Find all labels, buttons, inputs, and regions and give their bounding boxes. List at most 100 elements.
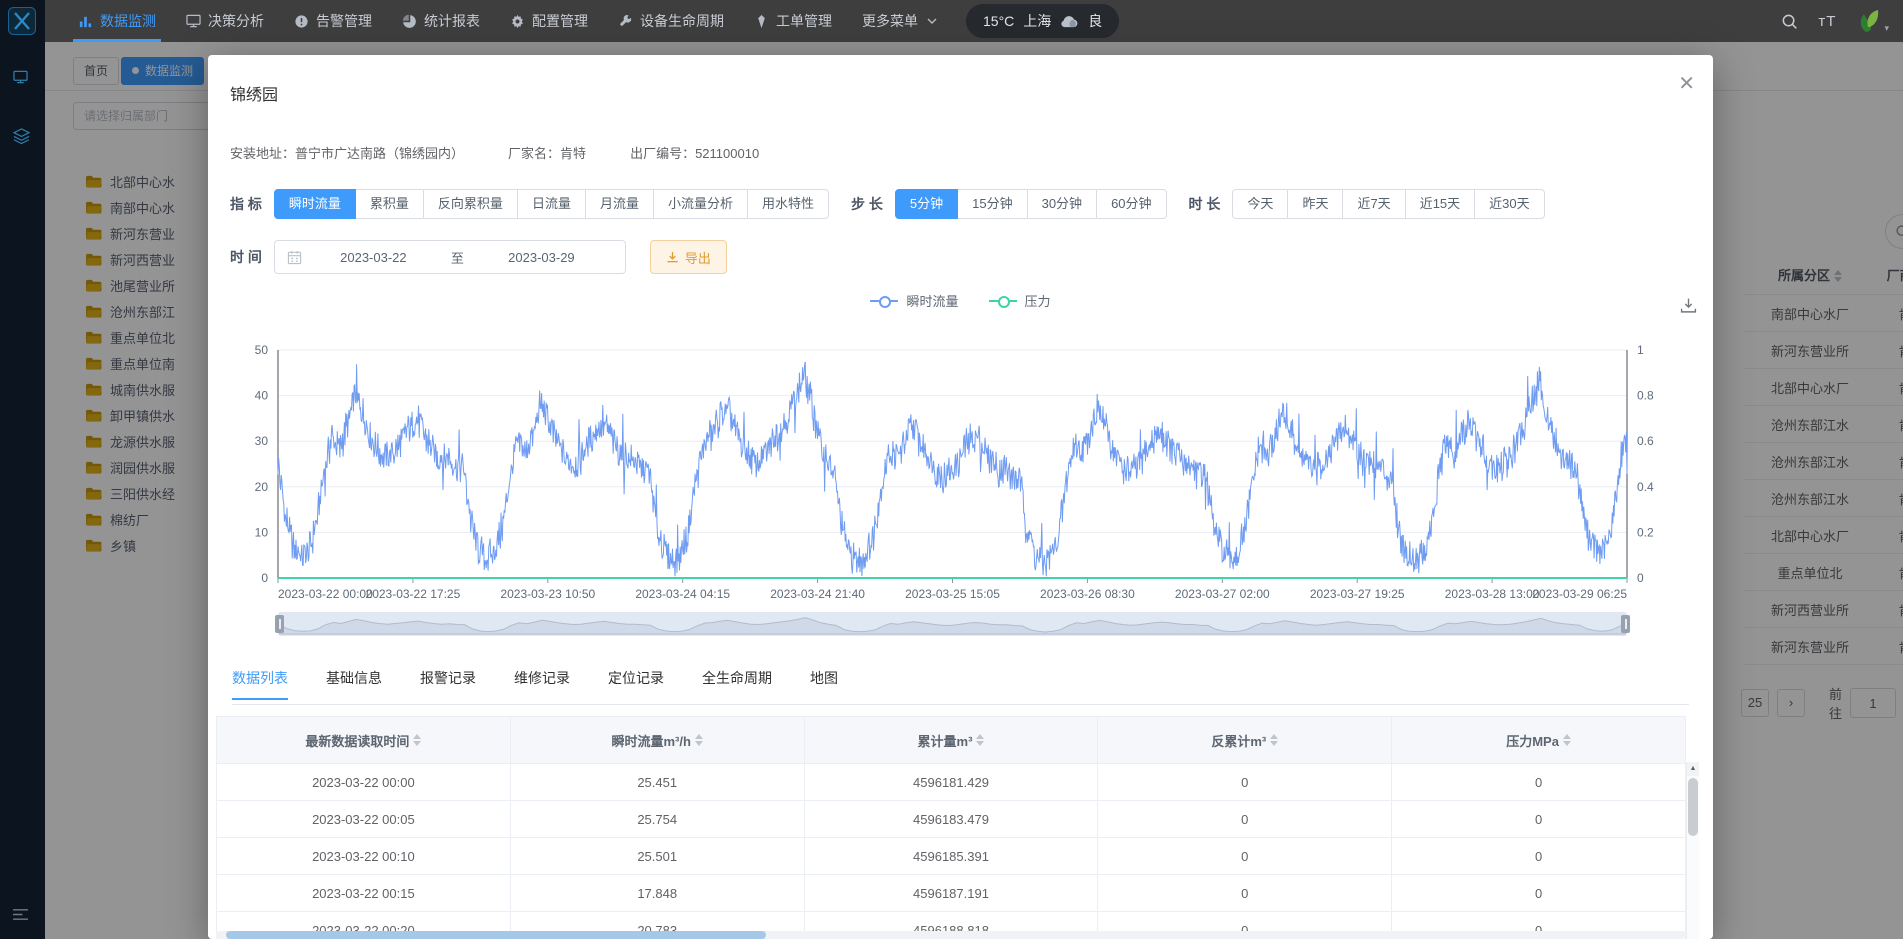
datazoom-left-handle[interactable] bbox=[275, 615, 284, 633]
sort-caret-icon bbox=[976, 734, 985, 746]
nav-item-4[interactable]: 统计报表 bbox=[387, 0, 495, 42]
svg-text:0: 0 bbox=[1637, 571, 1644, 585]
device-detail-modal: 锦绣园 ✕ 安装地址：普宁市广达南路（锦绣园内） 厂家名：肯特 出厂编号：521… bbox=[208, 55, 1713, 939]
gear-icon bbox=[510, 14, 525, 29]
nav-item-8[interactable]: 更多菜单 bbox=[847, 0, 952, 42]
indicator-button[interactable]: 日流量 bbox=[516, 189, 586, 219]
table-cell: 0 bbox=[1534, 774, 1543, 790]
time-label: 时 间 bbox=[230, 249, 262, 265]
detail-tab-3[interactable]: 报警记录 bbox=[420, 668, 476, 700]
app-logo-icon[interactable] bbox=[8, 7, 36, 35]
nav-item-1[interactable]: 数据监测 bbox=[63, 0, 171, 42]
date-start[interactable]: 2023-03-22 bbox=[302, 250, 445, 265]
weather-city: 上海 bbox=[1023, 13, 1052, 29]
topbar-actions: тT ▾ bbox=[1781, 8, 1903, 34]
brand-leaf-logo[interactable]: ▾ bbox=[1856, 8, 1889, 34]
detail-tab-5[interactable]: 定位记录 bbox=[608, 668, 664, 700]
table-cell: 25.501 bbox=[511, 838, 805, 874]
table-cell: 2023-03-22 00:05 bbox=[217, 801, 511, 837]
date-range-picker[interactable]: 2023-03-22 至 2023-03-29 bbox=[273, 240, 626, 274]
svg-text:2023-03-26 08:30: 2023-03-26 08:30 bbox=[1040, 587, 1135, 601]
svg-text:2023-03-24 04:15: 2023-03-24 04:15 bbox=[635, 587, 730, 601]
duration-button[interactable]: 昨天 bbox=[1287, 189, 1344, 219]
device-info: 安装地址：普宁市广达南路（锦绣园内） 厂家名：肯特 出厂编号：521100010 bbox=[230, 143, 759, 162]
close-icon[interactable]: ✕ bbox=[1678, 71, 1695, 96]
table-cell: 0 bbox=[1098, 764, 1393, 800]
scroll-up-arrow-icon[interactable]: ▲ bbox=[1687, 762, 1699, 776]
cloud-icon bbox=[1060, 15, 1079, 28]
nav-item-3[interactable]: 告警管理 bbox=[279, 0, 387, 42]
time-row: 时 间 2023-03-22 至 2023-03-29 导出 bbox=[222, 240, 727, 274]
indicator-button[interactable]: 反向累积量 bbox=[422, 189, 518, 219]
monitor-rail-icon[interactable] bbox=[13, 70, 28, 84]
indicator-button[interactable]: 用水特性 bbox=[746, 189, 829, 219]
svg-text:2023-03-23 10:50: 2023-03-23 10:50 bbox=[500, 587, 595, 601]
column-header[interactable]: 累计量m³ bbox=[805, 717, 1099, 763]
table-horizontal-scrollbar bbox=[216, 931, 1686, 939]
column-header[interactable]: 反累计m³ bbox=[1098, 717, 1393, 763]
step-button[interactable]: 60分钟 bbox=[1096, 189, 1167, 219]
detail-tab-7[interactable]: 地图 bbox=[810, 668, 838, 700]
indicator-button[interactable]: 瞬时流量 bbox=[273, 189, 356, 219]
chevron-down-icon: ▾ bbox=[1884, 23, 1889, 33]
detail-tab-2[interactable]: 基础信息 bbox=[326, 668, 382, 700]
export-button[interactable]: 导出 bbox=[649, 240, 727, 274]
column-header-label: 累计量m³ bbox=[917, 733, 973, 749]
nav-item-6[interactable]: 设备生命周期 bbox=[603, 0, 739, 42]
datazoom-selection[interactable] bbox=[279, 613, 1626, 635]
nav-item-2[interactable]: 决策分析 bbox=[171, 0, 279, 42]
table-cell: 0 bbox=[1098, 801, 1393, 837]
nav-item-7[interactable]: 工单管理 bbox=[739, 0, 847, 42]
column-header[interactable]: 压力MPa bbox=[1392, 717, 1685, 763]
nav-item-label: 决策分析 bbox=[208, 13, 264, 29]
duration-button[interactable]: 近15天 bbox=[1404, 189, 1476, 219]
date-separator: 至 bbox=[450, 250, 464, 266]
step-button[interactable]: 15分钟 bbox=[957, 189, 1028, 219]
column-header-label: 反累计m³ bbox=[1211, 733, 1267, 749]
line-chart[interactable]: 0 10 20 30 40 50 0 0.2 0.4 0.6 0.8 1 2023-03-22 00:0… bbox=[208, 305, 1713, 607]
svg-text:2023-03-22 17:25: 2023-03-22 17:25 bbox=[366, 587, 461, 601]
column-header-label: 瞬时流量m³/h bbox=[611, 733, 691, 749]
collapse-menu-icon[interactable] bbox=[12, 908, 29, 921]
table-row: 2023-03-22 00:15 17.848 4596187.191 0 0 bbox=[217, 874, 1685, 911]
svg-text:2023-03-25 15:05: 2023-03-25 15:05 bbox=[905, 587, 1000, 601]
table-cell: 4596183.479 bbox=[805, 801, 1099, 837]
nav-item-label: 更多菜单 bbox=[862, 13, 918, 29]
nav-item-label: 设备生命周期 bbox=[640, 13, 724, 29]
datazoom-slider[interactable] bbox=[275, 612, 1630, 636]
detail-tab-6[interactable]: 全生命周期 bbox=[702, 668, 772, 700]
hscroll-thumb[interactable] bbox=[226, 931, 766, 939]
step-group: 5分钟 15分钟 30分钟 60分钟 bbox=[894, 189, 1167, 219]
detail-tab-1[interactable]: 数据列表 bbox=[232, 668, 288, 700]
table-cell: 0 bbox=[1098, 838, 1393, 874]
table-cell: 17.848 bbox=[511, 875, 805, 911]
date-end[interactable]: 2023-03-29 bbox=[470, 250, 613, 265]
svg-text:0.4: 0.4 bbox=[1637, 480, 1654, 494]
search-icon[interactable] bbox=[1781, 13, 1798, 30]
weather-temp: 15°C bbox=[983, 13, 1015, 29]
detail-tab-4[interactable]: 维修记录 bbox=[514, 668, 570, 700]
font-size-icon[interactable]: тT bbox=[1818, 13, 1836, 30]
sort-caret-icon bbox=[1562, 734, 1571, 746]
duration-button[interactable]: 近7天 bbox=[1342, 189, 1406, 219]
indicator-button[interactable]: 累积量 bbox=[354, 189, 424, 219]
svg-text:20: 20 bbox=[255, 480, 269, 494]
step-button[interactable]: 30分钟 bbox=[1026, 189, 1098, 219]
duration-button[interactable]: 今天 bbox=[1232, 189, 1289, 219]
datazoom-right-handle[interactable] bbox=[1621, 615, 1630, 633]
duration-group: 今天 昨天 近7天 近15天 近30天 bbox=[1232, 189, 1545, 219]
modal-title: 锦绣园 bbox=[230, 87, 279, 104]
column-header[interactable]: 瞬时流量m³/h bbox=[511, 717, 805, 763]
duration-button[interactable]: 近30天 bbox=[1474, 189, 1545, 219]
column-header[interactable]: 最新数据读取时间 bbox=[217, 717, 511, 763]
indicator-button[interactable]: 小流量分析 bbox=[652, 189, 748, 219]
table-row: 2023-03-22 00:05 25.754 4596183.479 0 0 bbox=[217, 800, 1685, 837]
table-cell: 25.451 bbox=[511, 764, 805, 800]
nav-item-5[interactable]: 配置管理 bbox=[495, 0, 603, 42]
layers-rail-icon[interactable] bbox=[13, 128, 30, 144]
table-row: 2023-03-22 00:00 25.451 4596181.429 0 0 bbox=[217, 763, 1685, 800]
vscroll-thumb[interactable] bbox=[1688, 778, 1698, 836]
weather-widget[interactable]: 15°C 上海 良 bbox=[966, 4, 1120, 38]
indicator-button[interactable]: 月流量 bbox=[584, 189, 654, 219]
step-button[interactable]: 5分钟 bbox=[894, 189, 959, 219]
